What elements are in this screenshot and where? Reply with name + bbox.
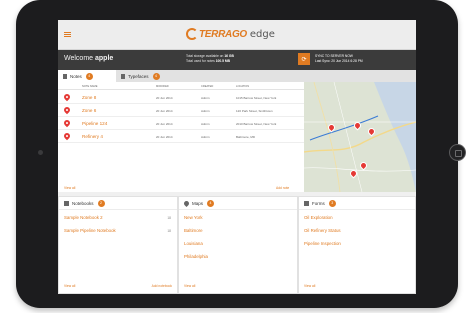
notes-table: Note Name Modified Created Location Zone… bbox=[58, 82, 304, 192]
col-location[interactable]: Location bbox=[236, 85, 249, 88]
sync-icon[interactable]: ⟳ bbox=[298, 53, 310, 65]
map-pin-icon bbox=[62, 105, 72, 115]
note-created: Admin bbox=[201, 96, 210, 100]
note-created: Admin bbox=[201, 135, 210, 139]
hamburger-menu-icon[interactable] bbox=[64, 32, 71, 37]
tab-notes[interactable]: Notes 4 bbox=[58, 70, 116, 82]
note-created: Admin bbox=[201, 109, 210, 113]
note-created: Admin bbox=[201, 122, 210, 126]
tab-typefaces-badge: 4 bbox=[152, 72, 160, 80]
add-note-link[interactable]: Add note bbox=[276, 186, 289, 190]
sync-text: SYNC TO SERVER NOW Last Sync: 20 Jun 201… bbox=[315, 54, 363, 64]
notebook-item[interactable]: Sample Notebook 2 bbox=[64, 215, 103, 220]
form-item[interactable]: Oil Exploration bbox=[304, 215, 333, 220]
top-bar: TERRAGO edge bbox=[58, 20, 416, 50]
note-location: 1015 Barrow Street, New York bbox=[236, 96, 277, 100]
tab-typefaces-label: Typefaces bbox=[128, 73, 149, 79]
notebook-icon bbox=[64, 200, 69, 206]
maps-view-all-link[interactable]: View all bbox=[184, 284, 195, 288]
note-name[interactable]: Pipeline 124 bbox=[82, 121, 107, 126]
note-name[interactable]: Zone 6 bbox=[82, 108, 96, 113]
logo-mark-icon bbox=[186, 28, 198, 40]
tab-notes-badge: 4 bbox=[85, 72, 93, 80]
note-modified: 20 Jun 2014 bbox=[156, 96, 173, 100]
col-note-name[interactable]: Note Name bbox=[82, 85, 97, 88]
table-row[interactable]: Pipeline 124 20 Jun 2014 Admin 2010 Barr… bbox=[58, 117, 304, 130]
forms-icon bbox=[304, 200, 309, 206]
map-pin-icon bbox=[182, 199, 191, 207]
logo-suffix: edge bbox=[249, 28, 275, 40]
logo-text: TERRAGO bbox=[199, 28, 247, 40]
form-item[interactable]: Pipeline Inspection bbox=[304, 241, 341, 246]
notebooks-view-all-link[interactable]: View all bbox=[64, 284, 75, 288]
table-row[interactable]: Zone 8 20 Jun 2014 Admin 1015 Barrow Str… bbox=[58, 91, 304, 104]
map-graphic bbox=[304, 82, 416, 192]
notebook-count: 18 bbox=[167, 216, 171, 220]
map-item[interactable]: Baltimore bbox=[184, 228, 203, 233]
storage-info: Total storage available on 16 GB Total u… bbox=[186, 54, 234, 64]
map-pin-icon bbox=[62, 118, 72, 128]
note-modified: 20 Jun 2014 bbox=[156, 109, 173, 113]
storage-available-value: 16 GB bbox=[224, 54, 234, 58]
col-created[interactable]: Created bbox=[201, 85, 213, 88]
maps-title: Maps bbox=[192, 200, 204, 206]
map-pin-icon bbox=[62, 131, 72, 141]
storage-used-label: Total used for notes bbox=[186, 59, 215, 63]
maps-card: Maps 4 New York Baltimore Louisiana Phil… bbox=[178, 196, 298, 294]
tab-bar: Notes 4 Typefaces 4 bbox=[58, 70, 416, 82]
col-modified[interactable]: Modified bbox=[156, 85, 169, 88]
welcome-label: Welcome bbox=[64, 55, 94, 62]
notebook-item[interactable]: Sample Pipeline Notebook bbox=[64, 228, 116, 233]
map-item[interactable]: New York bbox=[184, 215, 203, 220]
table-row[interactable]: Zone 6 20 Jun 2014 Admin 120 Park Street… bbox=[58, 104, 304, 117]
map-item[interactable]: Louisiana bbox=[184, 241, 203, 246]
notebooks-title: Notebooks bbox=[72, 200, 94, 206]
add-notebook-link[interactable]: Add notebook bbox=[152, 284, 172, 288]
note-location: 120 Park Street, Smithtown bbox=[236, 109, 273, 113]
app-screen: TERRAGO edge Welcome apple Total storage… bbox=[58, 20, 416, 294]
welcome-user: apple bbox=[95, 55, 114, 62]
storage-used-value: 100.5 MB bbox=[215, 59, 230, 63]
map-pin-icon bbox=[62, 92, 72, 102]
note-location: Baltimore, MD bbox=[236, 135, 256, 139]
home-button[interactable] bbox=[449, 144, 466, 161]
forms-title: Forms bbox=[312, 200, 325, 206]
notebooks-card: Notebooks 2 Sample Notebook 2 18 Sample … bbox=[58, 196, 178, 294]
note-modified: 20 Jun 2014 bbox=[156, 135, 173, 139]
sync-control[interactable]: ⟳ SYNC TO SERVER NOW Last Sync: 20 Jun 2… bbox=[298, 53, 363, 65]
map-item[interactable]: Philadelphia bbox=[184, 254, 208, 259]
notebooks-card-header: Notebooks 2 bbox=[59, 197, 177, 210]
note-location: 2010 Barrow Street, New York bbox=[236, 122, 277, 126]
welcome-text: Welcome apple bbox=[64, 55, 113, 62]
tab-notes-label: Notes bbox=[70, 73, 82, 79]
tab-typefaces[interactable]: Typefaces 4 bbox=[116, 70, 188, 82]
forms-badge: 3 bbox=[328, 199, 336, 207]
camera-icon bbox=[38, 150, 43, 155]
note-modified: 20 Jun 2014 bbox=[156, 122, 173, 126]
notebook-count: 18 bbox=[167, 229, 171, 233]
maps-badge: 4 bbox=[207, 199, 215, 207]
notes-icon bbox=[63, 73, 67, 79]
sync-last: Last Sync: 20 Jun 2014 6:28 PM bbox=[315, 59, 363, 63]
typefaces-icon bbox=[121, 73, 125, 79]
forms-view-all-link[interactable]: View all bbox=[304, 284, 315, 288]
forms-card-header: Forms 3 bbox=[299, 197, 415, 210]
note-name[interactable]: Zone 8 bbox=[82, 95, 96, 100]
storage-available-label: Total storage available on bbox=[186, 54, 224, 58]
table-header: Note Name Modified Created Location bbox=[58, 82, 304, 90]
app-logo: TERRAGO edge bbox=[186, 28, 275, 40]
notebooks-badge: 2 bbox=[97, 199, 105, 207]
forms-card: Forms 3 Oil Exploration Oil Refinery Sta… bbox=[298, 196, 416, 294]
notes-view-all-link[interactable]: View all bbox=[64, 186, 75, 190]
map-view[interactable] bbox=[304, 82, 416, 192]
form-item[interactable]: Oil Refinery Status bbox=[304, 228, 341, 233]
maps-card-header: Maps 4 bbox=[179, 197, 297, 210]
welcome-bar: Welcome apple Total storage available on… bbox=[58, 50, 416, 70]
note-name[interactable]: Refinery 4 bbox=[82, 134, 103, 139]
table-row[interactable]: Refinery 4 20 Jun 2014 Admin Baltimore, … bbox=[58, 130, 304, 143]
